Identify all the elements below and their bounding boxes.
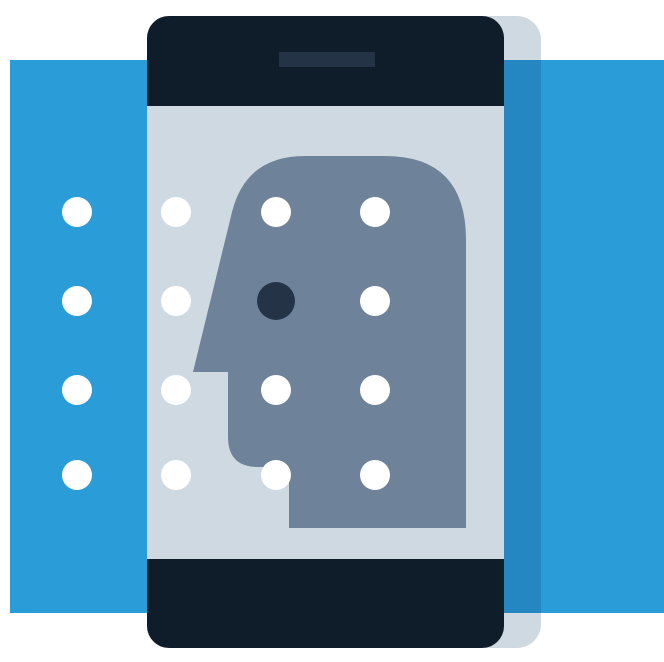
scan-dot	[62, 460, 92, 490]
scan-dot	[360, 197, 390, 227]
scan-dot	[261, 375, 291, 405]
scan-dot	[161, 460, 191, 490]
scan-dot	[62, 286, 92, 316]
scan-dot	[62, 375, 92, 405]
scan-dot	[360, 460, 390, 490]
face-recognition-illustration	[10, 16, 664, 648]
scan-dot	[261, 197, 291, 227]
scan-dot	[261, 460, 291, 490]
scan-dot	[360, 286, 390, 316]
scan-dot	[161, 286, 191, 316]
scan-dot	[360, 375, 390, 405]
scan-dot	[161, 375, 191, 405]
scan-dot	[62, 197, 92, 227]
band-shadow-overlap	[503, 60, 541, 613]
scan-dot-active	[257, 282, 295, 320]
scan-dot	[161, 197, 191, 227]
speaker-grille	[279, 52, 375, 67]
